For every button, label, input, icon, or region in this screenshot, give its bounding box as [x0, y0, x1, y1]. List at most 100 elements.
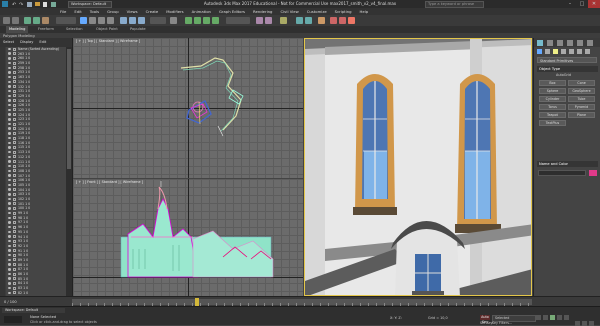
visibility-eye-icon[interactable] [8, 146, 11, 149]
hierarchy-tab-icon[interactable] [557, 40, 563, 46]
visibility-eye-icon[interactable] [8, 249, 11, 252]
scrollbar-thumb[interactable] [67, 49, 71, 169]
display-tab-icon[interactable] [577, 40, 583, 46]
scene-tab-select[interactable]: Select [0, 38, 17, 47]
visibility-eye-icon[interactable] [8, 207, 11, 210]
visibility-eye-icon[interactable] [8, 291, 11, 294]
autogrid-checkbox[interactable]: AutoGrid [556, 73, 571, 77]
visibility-eye-icon[interactable] [8, 75, 11, 79]
tube-button[interactable]: Tube [568, 96, 595, 102]
viewport-top[interactable]: [ + ] [ Top ] [ Standard ] [ Wireframe ] [73, 38, 303, 178]
rectangular-selection-icon[interactable] [98, 17, 105, 24]
helpers-icon[interactable] [569, 49, 574, 54]
select-by-name-icon[interactable] [89, 17, 96, 24]
pivot-icon[interactable] [170, 17, 177, 24]
selection-filter-icon[interactable] [56, 17, 76, 24]
mirror-icon[interactable] [256, 17, 263, 24]
visibility-eye-icon[interactable] [8, 197, 11, 201]
visibility-eye-icon[interactable] [8, 127, 11, 130]
go-to-end-icon[interactable] [564, 315, 569, 320]
bind-space-warp-icon[interactable] [42, 17, 49, 24]
visibility-eye-icon[interactable] [8, 216, 11, 219]
visibility-eye-icon[interactable] [8, 141, 11, 144]
open-icon[interactable] [35, 2, 40, 6]
cylinder-button[interactable]: Cylinder [539, 96, 566, 102]
previous-frame-icon[interactable] [543, 315, 548, 320]
snap-toggle-icon[interactable] [185, 17, 192, 24]
tab-object-paint[interactable]: Object Paint [96, 26, 118, 33]
pyramid-button[interactable]: Pyramid [568, 104, 595, 110]
shapes-icon[interactable] [545, 49, 550, 54]
scene-object-list[interactable]: Name (Sorted Ascending) 263 1 0 260 1 0 259… [6, 47, 66, 296]
menu-modifiers[interactable]: Modifiers [162, 8, 187, 15]
scene-scrollbar[interactable] [66, 47, 72, 296]
menu-views[interactable]: Views [123, 8, 142, 15]
visibility-eye-icon[interactable] [8, 239, 11, 243]
visibility-eye-icon[interactable] [8, 286, 11, 290]
visibility-eye-icon[interactable] [8, 80, 11, 83]
render-icon[interactable] [348, 17, 355, 24]
modify-tab-icon[interactable] [547, 40, 553, 46]
select-object-icon[interactable] [80, 17, 87, 24]
visibility-eye-icon[interactable] [8, 221, 11, 224]
visibility-eye-icon[interactable] [8, 272, 11, 276]
viewport-top-label[interactable]: [ + ] [ Top ] [ Standard ] [ Wireframe ] [76, 39, 140, 43]
lights-icon[interactable] [553, 49, 558, 54]
object-type-rollout[interactable]: Object Type [537, 66, 598, 72]
time-slider-knob[interactable] [195, 298, 199, 306]
scale-icon[interactable] [138, 17, 145, 24]
workspace-dropdown[interactable]: Workspace: Default [68, 1, 112, 8]
visibility-eye-icon[interactable] [8, 225, 11, 229]
menu-customize[interactable]: Customize [303, 8, 331, 15]
render-setup-icon[interactable] [330, 17, 337, 24]
visibility-eye-icon[interactable] [8, 230, 11, 233]
object-name-field[interactable] [538, 170, 586, 176]
move-icon[interactable] [120, 17, 127, 24]
visibility-eye-icon[interactable] [8, 277, 11, 280]
angle-snap-icon[interactable] [194, 17, 201, 24]
material-editor-icon[interactable] [318, 17, 325, 24]
spinner-snap-icon[interactable] [212, 17, 219, 24]
auto-key-button[interactable]: Auto Key [480, 315, 490, 324]
align-icon[interactable] [265, 17, 272, 24]
app-logo-icon[interactable] [2, 1, 8, 7]
next-frame-icon[interactable] [557, 315, 562, 320]
visibility-eye-icon[interactable] [8, 282, 11, 285]
visibility-eye-icon[interactable] [8, 263, 11, 266]
visibility-eye-icon[interactable] [8, 122, 11, 126]
play-icon[interactable] [550, 315, 555, 320]
new-icon[interactable] [43, 2, 47, 7]
create-tab-icon[interactable] [537, 40, 543, 46]
visibility-eye-icon[interactable] [8, 193, 11, 196]
visibility-eye-icon[interactable] [8, 211, 11, 215]
visibility-eye-icon[interactable] [8, 183, 11, 187]
visibility-eye-icon[interactable] [8, 132, 11, 135]
save-icon[interactable] [27, 2, 32, 7]
name-and-color-rollout[interactable]: Name and Color [537, 161, 598, 167]
tab-populate[interactable]: Populate [130, 26, 146, 33]
scene-filter-icons[interactable] [0, 47, 5, 296]
menu-tools[interactable]: Tools [86, 8, 103, 15]
visibility-eye-icon[interactable] [8, 61, 11, 65]
visibility-eye-icon[interactable] [8, 66, 11, 69]
visibility-eye-icon[interactable] [8, 118, 11, 121]
scene-tab-edit[interactable]: Edit [36, 38, 49, 47]
visibility-eye-icon[interactable] [8, 155, 11, 158]
visibility-eye-icon[interactable] [8, 235, 11, 238]
tab-modeling[interactable]: Modeling [6, 26, 29, 33]
visibility-eye-icon[interactable] [8, 104, 11, 107]
cone-button[interactable]: Cone [568, 80, 595, 86]
cameras-icon[interactable] [561, 49, 566, 54]
percent-snap-icon[interactable] [203, 17, 210, 24]
unlink-icon[interactable] [33, 17, 40, 24]
torus-button[interactable]: Torus [539, 104, 566, 110]
menu-create[interactable]: Create [142, 8, 163, 15]
visibility-eye-icon[interactable] [8, 188, 11, 191]
reference-coordinate-icon[interactable] [150, 17, 166, 24]
visibility-eye-icon[interactable] [8, 268, 11, 271]
visibility-eye-icon[interactable] [8, 71, 11, 74]
maxscript-listener-icon[interactable] [4, 316, 22, 323]
search-input[interactable]: Type a keyword or phrase [425, 1, 484, 8]
window-crossing-icon[interactable] [107, 17, 114, 24]
undo-toolbar-icon[interactable] [3, 17, 10, 24]
